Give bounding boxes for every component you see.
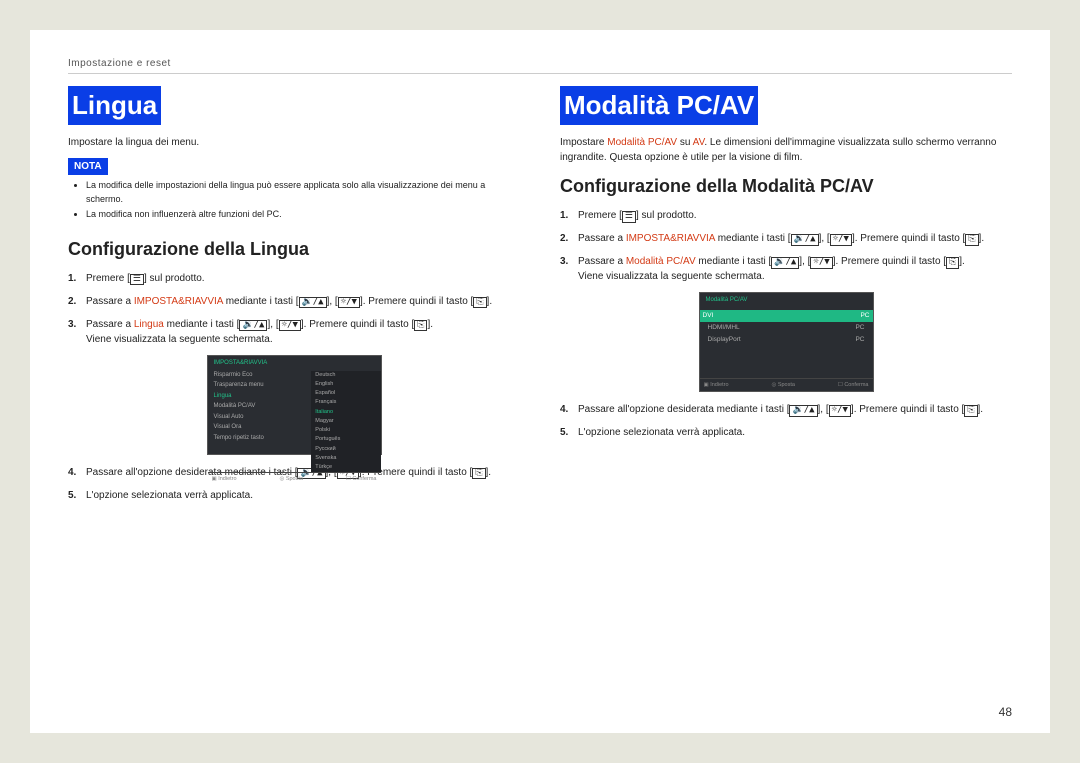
left-column: Lingua Impostare la lingua dei menu. NOT…	[68, 86, 520, 511]
enter-icon: ⎘	[946, 257, 959, 269]
nota-list: La modifica delle impostazioni della lin…	[68, 179, 520, 222]
osd-row: DVIPC	[700, 310, 873, 322]
osd-right-list: Deutsch English Español Français Italian…	[311, 371, 380, 473]
step: 3.Passare a Lingua mediante i tasti [🔉/▲…	[68, 317, 520, 347]
section-header: Impostazione e reset	[68, 58, 1012, 69]
osd-left-list: Risparmio Eco Trasparenza menu Lingua Mo…	[208, 371, 312, 473]
lingua-intro: Impostare la lingua dei menu.	[68, 135, 520, 150]
enter-icon: ⎘	[473, 297, 486, 309]
step: 1.Premere [☰] sul prodotto.	[560, 208, 1012, 223]
subheading-config-lingua: Configurazione della Lingua	[68, 236, 520, 263]
right-column: Modalità PC/AV Impostare Modalità PC/AV …	[560, 86, 1012, 511]
vol-up-icon: 🔉/▲	[771, 257, 799, 269]
enter-icon: ⎘	[472, 468, 485, 480]
nota-item: La modifica non influenzerà altre funzio…	[86, 208, 520, 222]
enter-icon: ⎘	[964, 405, 977, 417]
menu-icon: ☰	[130, 274, 144, 286]
pcav-steps: 1.Premere [☰] sul prodotto. 2.Passare a …	[560, 208, 1012, 284]
step: 2.Passare a IMPOSTA&RIAVVIA mediante i t…	[68, 294, 520, 309]
vol-up-icon: 🔉/▲	[239, 320, 267, 332]
header-divider	[68, 73, 1012, 74]
bright-up-icon: ☼/▼	[279, 320, 301, 332]
step: 4.Passare all'opzione desiderata mediant…	[560, 402, 1012, 417]
osd-lingua-preview: IMPOSTA&RIAVVIA Risparmio Eco Trasparenz…	[207, 355, 382, 455]
nota-badge: NOTA	[68, 158, 108, 175]
osd-pcav-preview: Modalità PC/AV DVIPC HDMI/MHLPC DisplayP…	[699, 292, 874, 392]
enter-icon: ⎘	[414, 320, 427, 332]
heading-lingua: Lingua	[68, 86, 520, 125]
bright-up-icon: ☼/▼	[830, 234, 852, 246]
step: 2.Passare a IMPOSTA&RIAVVIA mediante i t…	[560, 231, 1012, 246]
nota-item: La modifica delle impostazioni della lin…	[86, 179, 520, 206]
bright-up-icon: ☼/▼	[338, 297, 360, 309]
vol-up-icon: 🔉/▲	[791, 234, 819, 246]
step: 3.Passare a Modalità PC/AV mediante i ta…	[560, 254, 1012, 284]
step: 5.L'opzione selezionata verrà applicata.	[560, 425, 1012, 440]
bright-up-icon: ☼/▼	[810, 257, 832, 269]
step: 5.L'opzione selezionata verrà applicata.	[68, 488, 520, 503]
osd-footer: ▣ Indietro ◎ Sposta ☐ Conferma	[700, 378, 873, 391]
osd-row: DisplayPortPC	[700, 334, 873, 346]
vol-up-icon: 🔉/▲	[299, 297, 327, 309]
osd-row: HDMI/MHLPC	[700, 322, 873, 334]
lingua-steps: 1.Premere [☰] sul prodotto. 2.Passare a …	[68, 271, 520, 347]
pcav-intro: Impostare Modalità PC/AV su AV. Le dimen…	[560, 135, 1012, 165]
pcav-steps-cont: 4.Passare all'opzione desiderata mediant…	[560, 402, 1012, 440]
subheading-config-pcav: Configurazione della Modalità PC/AV	[560, 173, 1012, 200]
step: 1.Premere [☰] sul prodotto.	[68, 271, 520, 286]
menu-icon: ☰	[622, 211, 636, 223]
vol-up-icon: 🔉/▲	[789, 405, 817, 417]
heading-pcav: Modalità PC/AV	[560, 86, 1012, 125]
osd-footer: ▣ Indietro ◎ Sposta ☐ Conferma	[208, 472, 381, 485]
bright-up-icon: ☼/▼	[829, 405, 851, 417]
manual-page: Impostazione e reset Lingua Impostare la…	[30, 30, 1050, 733]
page-number: 48	[999, 705, 1012, 719]
enter-icon: ⎘	[965, 234, 978, 246]
content-columns: Lingua Impostare la lingua dei menu. NOT…	[68, 86, 1012, 511]
